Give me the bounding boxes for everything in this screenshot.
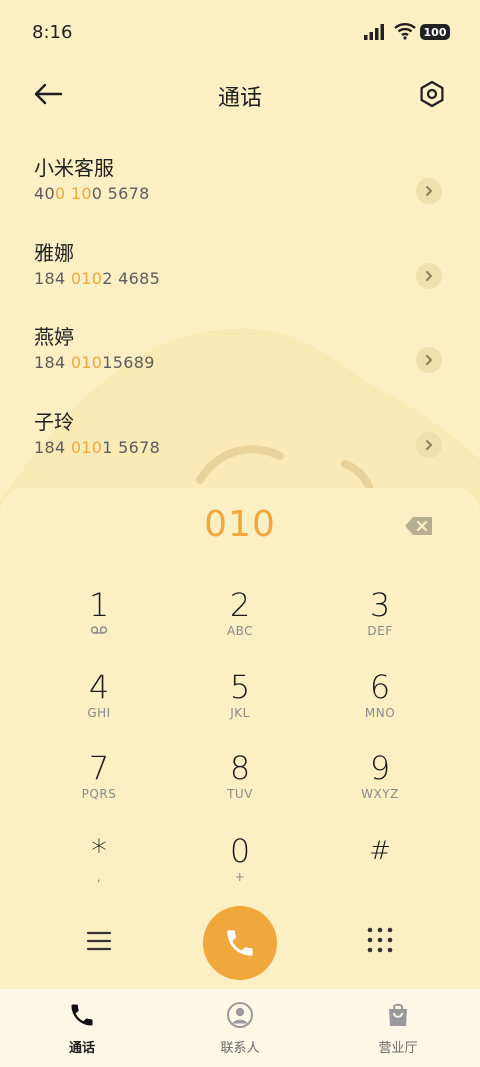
chevron-right-icon	[426, 355, 433, 365]
key-digit: 5	[229, 668, 251, 706]
contact-name: 小米客服	[34, 156, 114, 180]
app-header: 通话	[0, 68, 480, 120]
phone-icon	[227, 930, 253, 956]
key-letters: ,	[96, 870, 102, 884]
key-digit: 7	[88, 749, 110, 787]
key-6[interactable]: 6 MNO	[320, 670, 440, 740]
contact-item[interactable]: 子玲 184 0101 5678	[0, 400, 480, 480]
contact-number: 184 01015689	[34, 353, 155, 372]
key-letters: PQRS	[81, 787, 117, 801]
key-digit: 9	[369, 749, 391, 787]
key-4[interactable]: 4 GHI	[39, 670, 159, 740]
contact-detail-button[interactable]	[416, 347, 442, 373]
contact-detail-button[interactable]	[416, 263, 442, 289]
key-9[interactable]: 9 WXYZ	[320, 751, 440, 821]
key-letters: GHI	[87, 706, 111, 720]
phone-icon	[71, 1004, 93, 1026]
backspace-icon[interactable]	[404, 516, 434, 536]
nav-label: 通话	[68, 1041, 95, 1056]
contact-number: 184 0101 5678	[34, 438, 161, 457]
key-digit: 8	[229, 749, 251, 787]
key-5[interactable]: 5 JKL	[180, 670, 300, 740]
settings-hexagon-icon	[420, 80, 444, 108]
voicemail-icon	[90, 626, 108, 634]
key-digit: *	[91, 832, 107, 870]
contact-number: 400 100 5678	[34, 184, 150, 203]
key-letters: JKL	[230, 706, 250, 720]
menu-icon[interactable]	[86, 928, 112, 954]
page-title: 通话	[217, 86, 262, 111]
wifi-icon	[394, 23, 416, 40]
key-digit: 0	[229, 832, 251, 870]
contact-detail-button[interactable]	[416, 432, 442, 458]
contact-item[interactable]: 燕婷 184 01015689	[0, 315, 480, 395]
keypad-toggle-icon[interactable]	[367, 927, 393, 953]
shopping-bag-icon	[389, 1003, 407, 1026]
call-button[interactable]	[203, 906, 277, 980]
key-letters: WXYZ	[361, 787, 399, 801]
key-letters: ABC	[226, 624, 254, 638]
battery-indicator: 100	[420, 24, 450, 40]
contact-icon	[227, 1002, 253, 1028]
contact-number: 184 0102 4685	[34, 269, 161, 288]
key-digit: 3	[369, 586, 391, 624]
contact-name: 子玲	[34, 410, 74, 434]
nav-label: 联系人	[220, 1041, 260, 1056]
key-7[interactable]: 7 PQRS	[39, 751, 159, 821]
settings-button[interactable]	[416, 78, 448, 110]
key-digit: 6	[369, 668, 391, 706]
key-1[interactable]: 1	[39, 588, 159, 658]
key-letters: MNO	[364, 706, 396, 720]
key-letters: +	[234, 870, 246, 884]
key-hash[interactable]: #	[320, 834, 440, 904]
dialer-panel: 010 1 2 ABC 3 DEF 4 GHI 5 JKL 6 MNO 7 PQ…	[0, 488, 480, 988]
status-bar: 8:16 100	[0, 0, 480, 66]
key-2[interactable]: 2 ABC	[180, 588, 300, 658]
signal-icon	[364, 24, 384, 40]
key-letters: DEF	[367, 624, 393, 638]
key-letters: TUV	[227, 787, 253, 801]
nav-label: 营业厅	[378, 1041, 418, 1056]
contact-detail-button[interactable]	[416, 178, 442, 204]
key-digit: 1	[88, 586, 110, 624]
key-digit: 4	[88, 668, 110, 706]
nav-contacts[interactable]: 联系人	[180, 1001, 300, 1056]
key-8[interactable]: 8 TUV	[180, 751, 300, 821]
bottom-nav: 通话 联系人 营业厅	[0, 989, 480, 1067]
status-time: 8:16	[32, 22, 73, 43]
key-digit: #	[369, 836, 391, 866]
key-3[interactable]: 3 DEF	[320, 588, 440, 658]
chevron-right-icon	[426, 186, 433, 196]
chevron-right-icon	[426, 271, 433, 281]
nav-calls[interactable]: 通话	[22, 1001, 142, 1056]
contact-name: 燕婷	[34, 325, 74, 349]
contact-item[interactable]: 雅娜 184 0102 4685	[0, 231, 480, 311]
contact-item[interactable]: 小米客服 400 100 5678	[0, 146, 480, 226]
key-0[interactable]: 0 +	[180, 834, 300, 904]
contact-name: 雅娜	[34, 241, 74, 265]
key-digit: 2	[229, 586, 251, 624]
key-star[interactable]: * ,	[39, 834, 159, 904]
nav-service-hall[interactable]: 营业厅	[338, 1001, 458, 1056]
chevron-right-icon	[426, 440, 433, 450]
